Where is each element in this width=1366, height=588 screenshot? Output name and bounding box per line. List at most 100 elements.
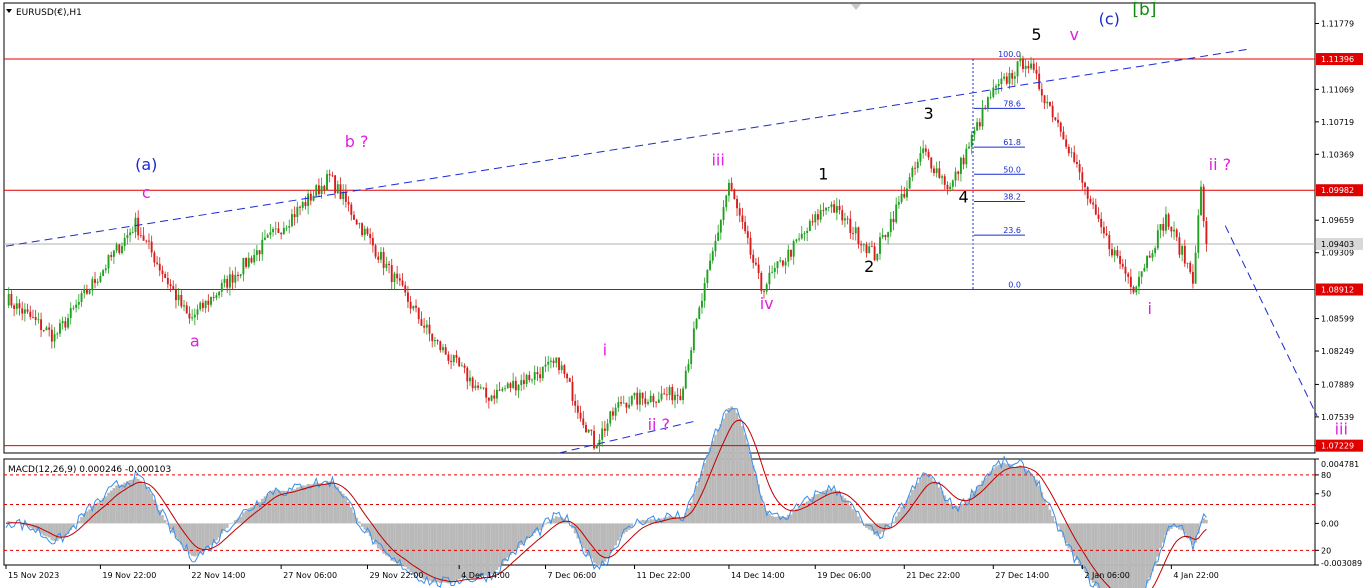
candle-body [541,366,544,379]
macd-hist-bar [975,486,979,524]
candle-body [825,207,827,211]
candle-body [585,425,587,433]
candle-body [744,221,747,232]
macd-hist-bar [1010,465,1014,524]
candle-body [806,230,809,234]
candle-body [436,339,439,342]
candle-body [935,168,938,174]
candle-body [142,235,145,241]
candle-body [1054,117,1057,120]
macd-hist-bar [120,484,124,524]
macd-hist-bar [331,481,334,524]
candle-body [234,274,237,283]
macd-tick-label: 50 [1321,490,1331,499]
candle-body [887,232,890,238]
candle-body [431,333,434,342]
candle-body [1167,214,1170,227]
macd-hist-bar [398,523,402,564]
candle-body [91,279,94,291]
candle-body [1022,58,1024,69]
wave-label: 3 [923,104,933,123]
candle-body [563,365,566,374]
candle-body [210,297,212,305]
candle-body [183,305,185,307]
candle-body [671,387,674,401]
macd-hist-bar [552,518,555,524]
candle-body [665,394,668,396]
wave-label: (a) [135,155,157,174]
time-tick-label: 2 Jan 06:00 [1084,571,1130,580]
candle-body [115,244,118,251]
macd-hist-bar [857,516,860,524]
candle-body [439,341,442,351]
macd-hist-bar [328,481,332,524]
candle-body [895,204,898,223]
macd-hist-bar [455,523,458,580]
price-tick-label: 1.07539 [1321,413,1354,422]
candle-body [730,182,733,190]
macd-tick-label: 0.00 [1321,519,1339,528]
candle-body [15,303,18,309]
candle-body [959,157,962,174]
macd-hist-bar [1151,523,1154,572]
candle-body [989,96,992,98]
candle-body [18,303,21,309]
macd-tick-label: -0.003089 [1321,559,1362,568]
candle-body [603,428,606,431]
candle-body [504,388,506,390]
candle-body [118,244,121,254]
candle-body [177,294,180,301]
candle-body [892,218,895,223]
candle-body [301,202,304,208]
candle-body [139,235,142,237]
candle-body [188,313,191,319]
candle-body [328,174,331,176]
macd-hist-bar [846,500,849,524]
candle-body [763,290,765,292]
candle-body [336,184,339,194]
macd-hist-bar [776,516,779,524]
candle-body [1186,262,1189,264]
candle-body [897,202,900,205]
candle-body [347,201,350,205]
price-chart[interactable]: 100.078.661.850.038.223.60.0 (a)cab ?iii… [0,0,1366,588]
macd-hist-bar [347,501,350,524]
wave-label: iv [760,294,774,313]
macd-hist-bar [298,486,302,524]
candle-body [1030,63,1033,69]
candle-body [978,122,981,127]
candle-body [34,316,37,320]
macd-hist-bar [1134,523,1138,588]
macd-hist-bar [927,474,930,524]
macd-hist-bar [317,483,321,524]
candle-body [1057,119,1059,123]
candle-body [876,253,879,261]
candle-body [843,218,846,221]
macd-hist-bar [808,498,812,524]
macd-hist-bar [279,490,283,524]
candle-body [916,161,919,169]
candle-body [1073,152,1076,162]
candle-body [134,217,137,233]
candle-body [1124,266,1127,274]
candle-body [552,360,555,363]
macd-hist-bar [131,479,135,524]
candle-body [628,404,631,408]
candle-body [258,250,261,255]
macd-hist-bar [854,511,858,524]
candle-body [1049,101,1051,106]
candle-body [533,372,536,380]
candle-body [784,261,787,266]
candle-body [1092,202,1095,205]
macd-hist-bar [441,523,445,583]
macd-hist-bar [851,509,855,524]
candle-body [992,87,995,97]
candle-body [48,327,51,330]
candle-body [1070,152,1073,154]
candle-body [77,301,80,305]
candle-body [1178,237,1181,255]
macd-hist-bar [182,523,186,548]
macd-hist-bar [201,523,205,553]
macd-hist-bar [293,489,296,524]
macd-hist-bar [190,523,194,556]
